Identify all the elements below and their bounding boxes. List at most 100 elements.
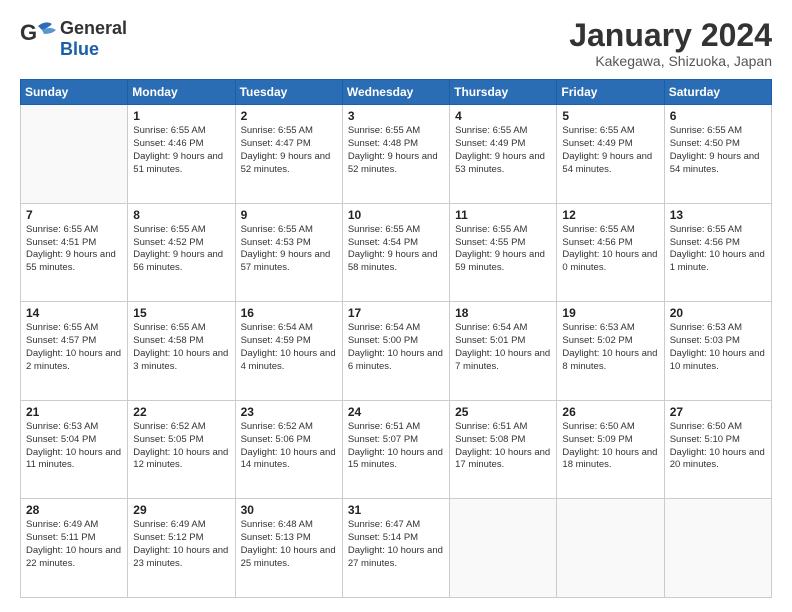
table-row: 25 Sunrise: 6:51 AMSunset: 5:08 PMDayligh… — [450, 400, 557, 499]
calendar-week-row: 1Sunrise: 6:55 AMSunset: 4:46 PMDaylight… — [21, 105, 772, 204]
logo-blue: Blue — [60, 39, 127, 60]
table-row: 3 Sunrise: 6:55 AMSunset: 4:48 PMDaylight… — [342, 105, 449, 204]
cell-info: Sunrise: 6:53 AMSunset: 5:03 PMDaylight:… — [670, 322, 766, 373]
cell-info: Sunrise: 6:51 AMSunset: 5:08 PMDaylight:… — [455, 421, 551, 472]
day-number: 12 — [562, 208, 658, 222]
day-number: 4 — [455, 109, 551, 123]
table-row: 26 Sunrise: 6:50 AMSunset: 5:09 PMDayligh… — [557, 400, 664, 499]
cell-info: Sunrise: 6:55 AMSunset: 4:47 PMDaylight:… — [241, 125, 337, 176]
calendar-header-row: Sunday Monday Tuesday Wednesday Thursday… — [21, 80, 772, 105]
table-row: 2 Sunrise: 6:55 AMSunset: 4:47 PMDaylight… — [235, 105, 342, 204]
table-row: 27Sunrise: 6:50 AMSunset: 5:10 PMDayligh… — [664, 400, 771, 499]
day-number: 1 — [133, 109, 229, 123]
day-number: 7 — [26, 208, 122, 222]
logo-icon: G — [20, 18, 58, 60]
table-row: 24 Sunrise: 6:51 AMSunset: 5:07 PMDayligh… — [342, 400, 449, 499]
cell-info: Sunrise: 6:51 AMSunset: 5:07 PMDaylight:… — [348, 421, 444, 472]
day-number: 14 — [26, 306, 122, 320]
day-number: 25 — [455, 405, 551, 419]
table-row: 30 Sunrise: 6:48 AMSunset: 5:13 PMDayligh… — [235, 499, 342, 598]
day-number: 26 — [562, 405, 658, 419]
table-row: 4 Sunrise: 6:55 AMSunset: 4:49 PMDaylight… — [450, 105, 557, 204]
day-number: 13 — [670, 208, 766, 222]
day-number: 11 — [455, 208, 551, 222]
calendar-table: Sunday Monday Tuesday Wednesday Thursday… — [20, 79, 772, 598]
cell-info: Sunrise: 6:53 AMSunset: 5:02 PMDaylight:… — [562, 322, 658, 373]
location: Kakegawa, Shizuoka, Japan — [569, 53, 772, 69]
col-thursday: Thursday — [450, 80, 557, 105]
table-row: 14 Sunrise: 6:55 AMSunset: 4:57 PMDayligh… — [21, 302, 128, 401]
table-row: 16 Sunrise: 6:54 AMSunset: 4:59 PMDayligh… — [235, 302, 342, 401]
cell-info: Sunrise: 6:50 AMSunset: 5:09 PMDaylight:… — [562, 421, 658, 472]
table-row: 19 Sunrise: 6:53 AMSunset: 5:02 PMDayligh… — [557, 302, 664, 401]
table-row: 5Sunrise: 6:55 AMSunset: 4:49 PMDaylight… — [557, 105, 664, 204]
table-row — [557, 499, 664, 598]
cell-info: Sunrise: 6:49 AMSunset: 5:11 PMDaylight:… — [26, 519, 122, 570]
cell-info: Sunrise: 6:53 AMSunset: 5:04 PMDaylight:… — [26, 421, 122, 472]
col-wednesday: Wednesday — [342, 80, 449, 105]
cell-info: Sunrise: 6:55 AMSunset: 4:51 PMDaylight:… — [26, 224, 122, 275]
day-number: 2 — [241, 109, 337, 123]
day-number: 30 — [241, 503, 337, 517]
day-number: 10 — [348, 208, 444, 222]
col-saturday: Saturday — [664, 80, 771, 105]
day-number: 16 — [241, 306, 337, 320]
table-row: 31Sunrise: 6:47 AMSunset: 5:14 PMDayligh… — [342, 499, 449, 598]
logo: G General Blue — [20, 18, 127, 60]
svg-text:G: G — [20, 20, 37, 45]
col-sunday: Sunday — [21, 80, 128, 105]
cell-info: Sunrise: 6:54 AMSunset: 5:01 PMDaylight:… — [455, 322, 551, 373]
calendar-week-row: 28 Sunrise: 6:49 AMSunset: 5:11 PMDayligh… — [21, 499, 772, 598]
col-tuesday: Tuesday — [235, 80, 342, 105]
day-number: 17 — [348, 306, 444, 320]
cell-info: Sunrise: 6:55 AMSunset: 4:48 PMDaylight:… — [348, 125, 444, 176]
day-number: 18 — [455, 306, 551, 320]
cell-info: Sunrise: 6:55 AMSunset: 4:58 PMDaylight:… — [133, 322, 229, 373]
cell-info: Sunrise: 6:55 AMSunset: 4:53 PMDaylight:… — [241, 224, 337, 275]
col-monday: Monday — [128, 80, 235, 105]
cell-info: Sunrise: 6:55 AMSunset: 4:49 PMDaylight:… — [562, 125, 658, 176]
table-row: 8Sunrise: 6:55 AMSunset: 4:52 PMDaylight… — [128, 203, 235, 302]
cell-info: Sunrise: 6:48 AMSunset: 5:13 PMDaylight:… — [241, 519, 337, 570]
day-number: 21 — [26, 405, 122, 419]
day-number: 6 — [670, 109, 766, 123]
table-row — [664, 499, 771, 598]
day-number: 3 — [348, 109, 444, 123]
day-number: 23 — [241, 405, 337, 419]
day-number: 24 — [348, 405, 444, 419]
table-row: 10 Sunrise: 6:55 AMSunset: 4:54 PMDayligh… — [342, 203, 449, 302]
cell-info: Sunrise: 6:55 AMSunset: 4:57 PMDaylight:… — [26, 322, 122, 373]
day-number: 27 — [670, 405, 766, 419]
logo-general: General — [60, 18, 127, 39]
table-row: 17 Sunrise: 6:54 AMSunset: 5:00 PMDayligh… — [342, 302, 449, 401]
cell-info: Sunrise: 6:54 AMSunset: 5:00 PMDaylight:… — [348, 322, 444, 373]
table-row: 23Sunrise: 6:52 AMSunset: 5:06 PMDayligh… — [235, 400, 342, 499]
day-number: 19 — [562, 306, 658, 320]
table-row: 18 Sunrise: 6:54 AMSunset: 5:01 PMDayligh… — [450, 302, 557, 401]
table-row — [450, 499, 557, 598]
table-row — [21, 105, 128, 204]
cell-info: Sunrise: 6:55 AMSunset: 4:49 PMDaylight:… — [455, 125, 551, 176]
table-row: 12Sunrise: 6:55 AMSunset: 4:56 PMDayligh… — [557, 203, 664, 302]
cell-info: Sunrise: 6:54 AMSunset: 4:59 PMDaylight:… — [241, 322, 337, 373]
calendar-week-row: 14 Sunrise: 6:55 AMSunset: 4:57 PMDayligh… — [21, 302, 772, 401]
table-row: 21 Sunrise: 6:53 AMSunset: 5:04 PMDayligh… — [21, 400, 128, 499]
table-row: 11 Sunrise: 6:55 AMSunset: 4:55 PMDayligh… — [450, 203, 557, 302]
cell-info: Sunrise: 6:55 AMSunset: 4:54 PMDaylight:… — [348, 224, 444, 275]
cell-info: Sunrise: 6:55 AMSunset: 4:52 PMDaylight:… — [133, 224, 229, 275]
logo-text: General Blue — [60, 18, 127, 60]
col-friday: Friday — [557, 80, 664, 105]
table-row: 9Sunrise: 6:55 AMSunset: 4:53 PMDaylight… — [235, 203, 342, 302]
table-row: 22Sunrise: 6:52 AMSunset: 5:05 PMDayligh… — [128, 400, 235, 499]
day-number: 28 — [26, 503, 122, 517]
day-number: 22 — [133, 405, 229, 419]
page: G General Blue January 2024 Kakegawa, Sh… — [0, 0, 792, 612]
header-right: January 2024 Kakegawa, Shizuoka, Japan — [569, 18, 772, 69]
cell-info: Sunrise: 6:55 AMSunset: 4:55 PMDaylight:… — [455, 224, 551, 275]
table-row: 28 Sunrise: 6:49 AMSunset: 5:11 PMDayligh… — [21, 499, 128, 598]
day-number: 20 — [670, 306, 766, 320]
table-row: 29Sunrise: 6:49 AMSunset: 5:12 PMDayligh… — [128, 499, 235, 598]
header: G General Blue January 2024 Kakegawa, Sh… — [20, 18, 772, 69]
calendar-week-row: 7 Sunrise: 6:55 AMSunset: 4:51 PMDaylight… — [21, 203, 772, 302]
table-row: 6Sunrise: 6:55 AMSunset: 4:50 PMDaylight… — [664, 105, 771, 204]
